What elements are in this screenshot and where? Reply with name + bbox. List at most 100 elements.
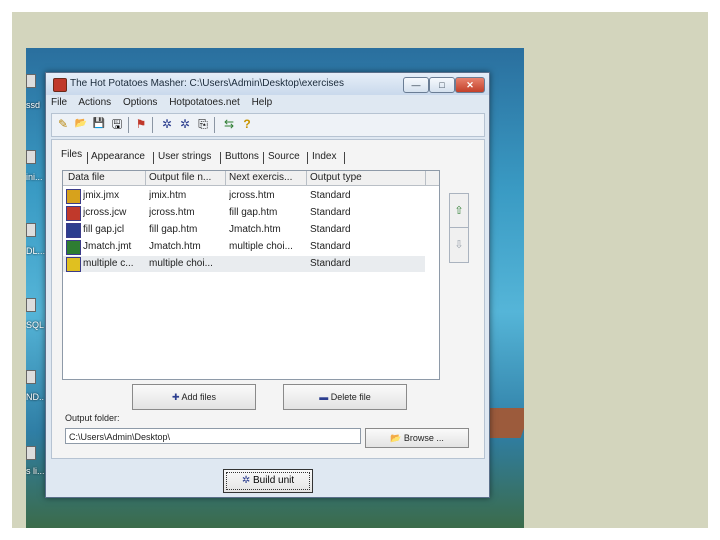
cell-next-exercise: Jmatch.htm — [229, 224, 281, 235]
menu-actions[interactable]: Actions — [78, 97, 111, 108]
cell-next-exercise: fill gap.htm — [229, 207, 278, 218]
save-icon[interactable]: 💾 — [92, 117, 106, 131]
column-separator[interactable] — [306, 171, 307, 185]
desktop-icon[interactable] — [26, 223, 36, 237]
title-bar[interactable]: The Hot Potatoes Masher: C:\Users\Admin\… — [46, 73, 489, 95]
output-folder-input[interactable]: C:\Users\Admin\Desktop\ — [65, 428, 361, 444]
cell-next-exercise: jcross.htm — [229, 190, 275, 201]
flag-icon[interactable]: ⚑ — [134, 117, 148, 131]
close-button[interactable]: ✕ — [455, 77, 485, 93]
desktop-icon-label: ini... — [26, 172, 43, 182]
window-title: The Hot Potatoes Masher: C:\Users\Admin\… — [70, 78, 344, 89]
tab-separator — [87, 152, 88, 164]
jcloze-file-icon — [66, 223, 81, 238]
menu-options[interactable]: Options — [123, 97, 157, 108]
browse-button[interactable]: 📂 Browse ... — [365, 428, 469, 448]
output-folder-label: Output folder: — [65, 413, 120, 423]
cell-output-file: Jmatch.htm — [149, 241, 201, 252]
column-data-file[interactable]: Data file — [68, 172, 105, 183]
tab-separator — [307, 152, 308, 164]
column-separator[interactable] — [145, 171, 146, 185]
tab-separator — [344, 152, 345, 164]
file-list-header: Data file Output file n... Next exercis.… — [63, 171, 439, 186]
cell-data-file: jmix.jmx — [83, 190, 120, 201]
desktop-icon-label: ND.. — [26, 392, 44, 402]
column-output-type[interactable]: Output type — [310, 172, 362, 183]
cell-output-type: Standard — [310, 190, 351, 201]
column-separator[interactable] — [425, 171, 426, 185]
save-as-icon[interactable]: 🖫 — [110, 117, 124, 131]
move-up-button[interactable]: ⇧ — [449, 193, 469, 229]
add-files-label: Add files — [181, 392, 217, 402]
tab-buttons[interactable]: Buttons — [225, 151, 259, 162]
jmix-file-icon — [66, 189, 81, 204]
jcross-file-icon — [66, 206, 81, 221]
tab-files[interactable]: Files — [61, 149, 82, 160]
toolbar: ✎ 📂 💾 🖫 ⚑ ✲ ✲ ⎘ ⇆ ? — [51, 113, 485, 137]
menu-file[interactable]: File — [51, 97, 67, 108]
browse-label: Browse ... — [403, 433, 444, 443]
delete-file-label: Delete file — [330, 392, 371, 402]
move-down-button[interactable]: ⇩ — [449, 227, 469, 263]
delete-file-button[interactable]: ▬ Delete file — [283, 384, 407, 410]
desktop-icon[interactable] — [26, 150, 36, 164]
tab-index[interactable]: Index — [312, 151, 336, 162]
cell-output-type: Standard — [310, 224, 351, 235]
jquiz-file-icon — [66, 257, 81, 272]
cell-output-type: Standard — [310, 258, 351, 269]
help-icon[interactable]: ? — [240, 117, 254, 131]
column-next-exercise[interactable]: Next exercis... — [229, 172, 292, 183]
open-icon[interactable]: 📂 — [74, 117, 88, 131]
tab-user-strings[interactable]: User strings — [158, 151, 211, 162]
hot-potatoes-icon — [53, 78, 67, 92]
column-separator[interactable] — [225, 171, 226, 185]
cell-output-file: jcross.htm — [149, 207, 195, 218]
menu-hotpotatoes-net[interactable]: Hotpotatoes.net — [169, 97, 240, 108]
cell-data-file: Jmatch.jmt — [83, 241, 132, 252]
desktop-icon[interactable] — [26, 298, 36, 312]
file-list[interactable]: Data file Output file n... Next exercis.… — [62, 170, 440, 380]
add-icon: ✚ — [171, 392, 180, 402]
table-row[interactable]: multiple c... multiple choi... Standard — [63, 256, 425, 272]
gear-2-icon[interactable]: ✲ — [178, 117, 192, 131]
add-files-button[interactable]: ✚ Add files — [132, 384, 256, 410]
new-icon[interactable]: ✎ — [56, 117, 70, 131]
tab-source[interactable]: Source — [268, 151, 300, 162]
column-output-file[interactable]: Output file n... — [149, 172, 211, 183]
desktop-icon[interactable] — [26, 446, 36, 460]
table-row[interactable]: jcross.jcw jcross.htm fill gap.htm Stand… — [63, 205, 425, 221]
table-row[interactable]: fill gap.jcl fill gap.htm Jmatch.htm Sta… — [63, 222, 425, 238]
minimize-button[interactable]: — — [403, 77, 429, 93]
table-row[interactable]: jmix.jmx jmix.htm jcross.htm Standard — [63, 188, 425, 204]
desktop-icon-label: ssd — [26, 100, 41, 110]
build-icon: ✲ — [241, 475, 251, 486]
cell-output-file: jmix.htm — [149, 190, 187, 201]
desktop-icon-label: s li... — [26, 466, 45, 476]
maximize-button[interactable]: □ — [429, 77, 455, 93]
copy-icon[interactable]: ⎘ — [196, 117, 210, 131]
slide-top-margin — [0, 0, 720, 12]
desktop-icon[interactable] — [26, 74, 36, 88]
cell-next-exercise: multiple choi... — [229, 241, 293, 252]
gear-icon[interactable]: ✲ — [160, 117, 174, 131]
build-unit-button[interactable]: ✲ Build unit — [223, 469, 313, 493]
jmatch-file-icon — [66, 240, 81, 255]
masher-window: The Hot Potatoes Masher: C:\Users\Admin\… — [45, 72, 490, 498]
desktop-icon[interactable] — [26, 370, 36, 384]
tab-separator — [263, 152, 264, 164]
desktop-icon-label: SQL — [26, 320, 45, 330]
desktop-icon-label: DL... — [26, 246, 46, 256]
cell-output-file: multiple choi... — [149, 258, 213, 269]
tab-separator — [153, 152, 154, 164]
build-unit-label: Build unit — [253, 475, 295, 486]
menu-bar: File Actions Options Hotpotatoes.net Hel… — [51, 97, 281, 111]
toolbar-separator — [128, 117, 129, 133]
tab-appearance[interactable]: Appearance — [91, 151, 145, 162]
table-row[interactable]: Jmatch.jmt Jmatch.htm multiple choi... S… — [63, 239, 425, 255]
folder-icon: 📂 — [390, 433, 402, 443]
toolbar-separator — [214, 117, 215, 133]
web-icon[interactable]: ⇆ — [222, 117, 236, 131]
delete-icon: ▬ — [319, 392, 329, 402]
cell-data-file: multiple c... — [83, 258, 134, 269]
menu-help[interactable]: Help — [252, 97, 273, 108]
